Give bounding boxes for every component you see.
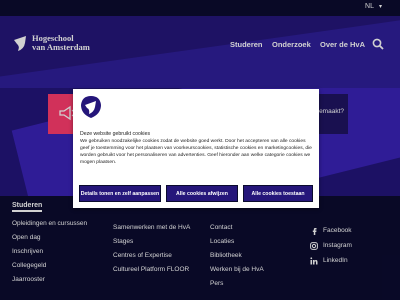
cookie-accept-button[interactable]: Alle cookies toestaan [243, 185, 313, 202]
cookie-title: Deze website gebruikt cookies [80, 131, 151, 137]
hva-logo-icon [81, 96, 101, 118]
cookie-details-button[interactable]: Details tonen en zelf aanpassen [79, 185, 161, 202]
cookie-reject-button[interactable]: Alle cookies afwijzen [166, 185, 238, 202]
cookie-body: We gebruiken noodzakelijke cookies zodat… [80, 139, 312, 165]
cookie-dialog: Deze website gebruikt cookies We gebruik… [73, 89, 319, 208]
